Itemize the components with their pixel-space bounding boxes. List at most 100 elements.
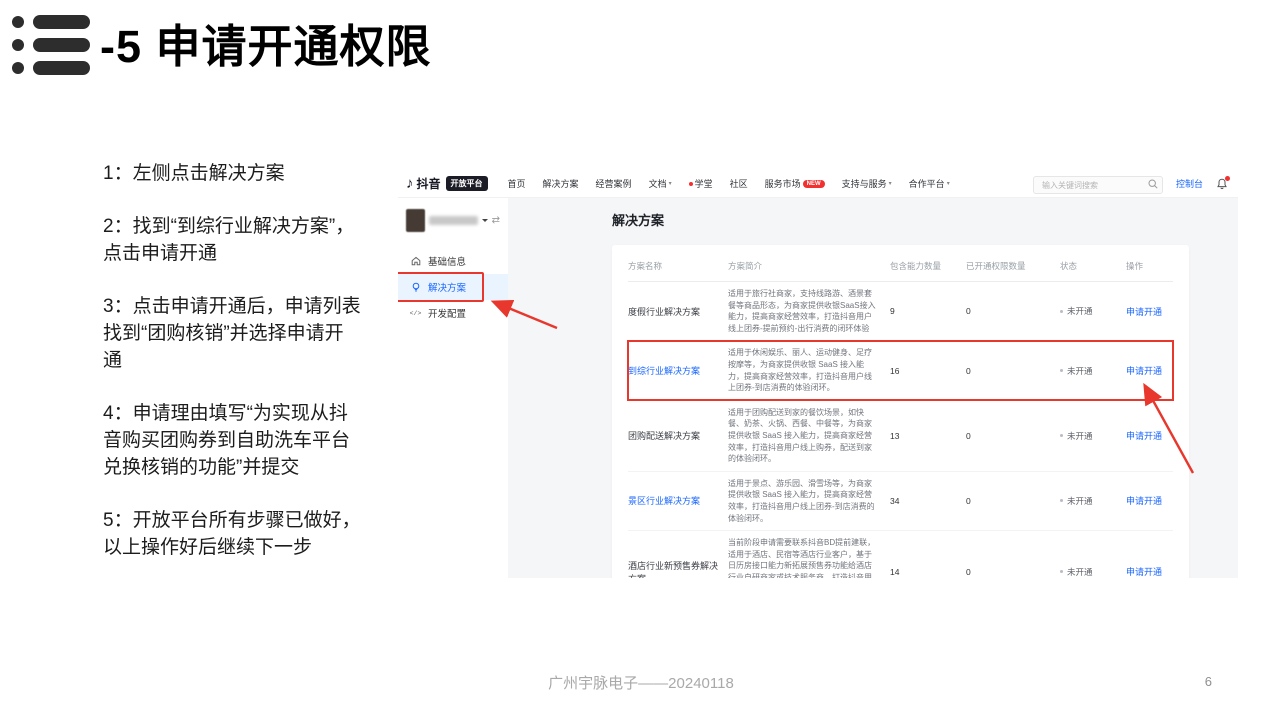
slide-footer: 广州宇脉电子——20240118 [0, 672, 1282, 693]
apply-button[interactable]: 申请开通 [1126, 496, 1162, 506]
nav-item-support[interactable]: 支持与服务▾ [842, 177, 892, 190]
plan-name-link[interactable]: 到综行业解决方案 [628, 341, 728, 400]
col-header-abilities: 包含能力数量 [890, 251, 966, 282]
status-dot-icon [1060, 369, 1063, 372]
plan-name-link[interactable]: 景区行业解决方案 [628, 471, 728, 530]
plan-desc: 适用于团购配送到家的餐饮场景，如快餐、奶茶、火锅、西餐、中餐等，为商家提供收银 … [728, 400, 890, 471]
bullet-list-icon [12, 11, 90, 75]
nav-right: 控制台 [1033, 175, 1228, 193]
page-title: -5 申请开通权限 [100, 10, 432, 75]
nav-item-docs[interactable]: 文档▾ [649, 177, 672, 190]
search-icon [1148, 179, 1158, 189]
step-5: 5：开放平台所有步骤已做好，以上操作好后继续下一步 [103, 507, 361, 561]
table-row: 度假行业解决方案 适用于旅行社商家，支持线路游、酒景套餐等商品形态，为商家提供收… [628, 282, 1173, 341]
sidebar-item-label: 解决方案 [428, 280, 466, 294]
col-header-status: 状态 [1060, 251, 1126, 282]
status-dot-icon [1060, 570, 1063, 573]
plan-desc: 适用于旅行社商家，支持线路游、酒景套餐等商品形态，为商家提供收银SaaS接入能力… [728, 282, 890, 341]
status-dot-icon [1060, 434, 1063, 437]
apply-button[interactable]: 申请开通 [1126, 366, 1162, 376]
apply-button[interactable]: 申请开通 [1126, 307, 1162, 317]
status-badge: 未开通 [1060, 430, 1120, 442]
col-header-opened: 已开通权限数量 [966, 251, 1060, 282]
table-row: 景区行业解决方案 适用于景点、游乐园、滑雪场等，为商家提供收银 SaaS 接入能… [628, 471, 1173, 530]
account-switcher[interactable]: ⇄ [398, 208, 508, 232]
code-icon: </> [410, 310, 421, 317]
status-dot-icon [1060, 499, 1063, 502]
table-row: 酒店行业新预售券解决方案 当前阶段申请需要联系抖音BD提前建联，适用于酒店、民宿… [628, 531, 1173, 578]
douyin-logo[interactable]: ♪ 抖音 开放平台 [406, 175, 488, 192]
col-header-name: 方案名称 [628, 251, 728, 282]
switch-account-icon[interactable]: ⇄ [492, 215, 500, 226]
avatar [406, 209, 425, 232]
nav-item-market[interactable]: 服务市场NEW [765, 177, 825, 190]
nav-item-school[interactable]: 学堂 [689, 177, 713, 190]
search-input[interactable] [1033, 176, 1163, 194]
status-badge: 未开通 [1060, 305, 1120, 317]
step-1: 1：左侧点击解决方案 [103, 160, 361, 187]
account-name-redacted [429, 216, 478, 225]
step-3: 3：点击申请开通后，申请列表找到“团购核销”并选择申请开通 [103, 293, 361, 374]
abilities-count: 34 [890, 471, 966, 530]
chevron-down-icon: ▾ [889, 180, 892, 187]
home-icon [410, 256, 421, 266]
section-title: 解决方案 [612, 210, 1189, 229]
lightbulb-icon [410, 282, 421, 292]
page-number: 6 [1205, 674, 1212, 689]
opened-count: 0 [966, 282, 1060, 341]
notification-bell-icon[interactable] [1216, 178, 1228, 190]
instruction-steps: 1：左侧点击解决方案 2：找到“到综行业解决方案”，点击申请开通 3：点击申请开… [103, 160, 361, 587]
console-sidebar: ⇄ 基础信息 解决方案 [398, 198, 508, 578]
opened-count: 0 [966, 341, 1060, 400]
nav-item-solutions[interactable]: 解决方案 [543, 177, 579, 190]
plan-desc: 当前阶段申请需要联系抖音BD提前建联，适用于酒店、民宿等酒店行业客户，基于日历房… [728, 531, 890, 578]
opened-count: 0 [966, 400, 1060, 471]
abilities-count: 9 [890, 282, 966, 341]
solutions-table: 方案名称 方案简介 包含能力数量 已开通权限数量 状态 操作 [628, 251, 1173, 578]
sidebar-item-dev-config[interactable]: </> 开发配置 [398, 300, 508, 326]
sidebar-item-label: 开发配置 [428, 306, 466, 320]
sidebar-item-solutions[interactable]: 解决方案 [398, 274, 508, 300]
top-navbar: ♪ 抖音 开放平台 首页 解决方案 经营案例 文档▾ 学堂 社区 服务市场NEW… [398, 170, 1238, 198]
new-badge: NEW [803, 180, 825, 188]
col-header-action: 操作 [1126, 251, 1173, 282]
chevron-down-icon: ▾ [947, 180, 950, 187]
plan-name: 度假行业解决方案 [628, 282, 728, 341]
slide-header: -5 申请开通权限 [12, 10, 432, 75]
plan-name: 团购配送解决方案 [628, 400, 728, 471]
solutions-card: 方案名称 方案简介 包含能力数量 已开通权限数量 状态 操作 [612, 245, 1189, 578]
plan-desc: 适用于景点、游乐园、滑雪场等，为商家提供收银 SaaS 接入能力，提高商家经营效… [728, 471, 890, 530]
nav-item-home[interactable]: 首页 [508, 177, 526, 190]
abilities-count: 16 [890, 341, 966, 400]
nav-item-partner[interactable]: 合作平台▾ [909, 177, 950, 190]
status-badge: 未开通 [1060, 365, 1120, 377]
plan-name: 酒店行业新预售券解决方案 [628, 531, 728, 578]
caret-icon [482, 219, 488, 222]
col-header-desc: 方案简介 [728, 251, 890, 282]
presentation-slide: -5 申请开通权限 1：左侧点击解决方案 2：找到“到综行业解决方案”，点击申请… [0, 0, 1282, 719]
nav-item-cases[interactable]: 经营案例 [596, 177, 632, 190]
step-4: 4：申请理由填写“为实现从抖音购买团购券到自助洗车平台兑换核销的功能”并提交 [103, 400, 361, 481]
status-badge: 未开通 [1060, 495, 1120, 507]
sidebar-menu: 基础信息 解决方案 </> 开发配置 [398, 248, 508, 326]
nav-item-community[interactable]: 社区 [730, 177, 748, 190]
status-dot-icon [1060, 310, 1063, 313]
sidebar-item-basic-info[interactable]: 基础信息 [398, 248, 508, 274]
step-2: 2：找到“到综行业解决方案”，点击申请开通 [103, 213, 361, 267]
opened-count: 0 [966, 531, 1060, 578]
status-badge: 未开通 [1060, 566, 1120, 578]
apply-button[interactable]: 申请开通 [1126, 567, 1162, 577]
table-row: 团购配送解决方案 适用于团购配送到家的餐饮场景，如快餐、奶茶、火锅、西餐、中餐等… [628, 400, 1173, 471]
open-platform-badge: 开放平台 [446, 176, 488, 191]
console-link[interactable]: 控制台 [1176, 177, 1203, 190]
music-note-icon: ♪ [406, 176, 414, 191]
search-box [1033, 175, 1163, 193]
console-main: 解决方案 方案名称 方案简介 包含能力数量 已开通权限数量 状态 [508, 198, 1238, 578]
apply-button[interactable]: 申请开通 [1126, 431, 1162, 441]
nav-menu: 首页 解决方案 经营案例 文档▾ 学堂 社区 服务市场NEW 支持与服务▾ 合作… [508, 177, 950, 190]
notification-dot [1225, 176, 1230, 181]
douyin-open-platform-screenshot: ♪ 抖音 开放平台 首页 解决方案 经营案例 文档▾ 学堂 社区 服务市场NEW… [398, 170, 1238, 578]
abilities-count: 14 [890, 531, 966, 578]
abilities-count: 13 [890, 400, 966, 471]
plan-desc: 适用于休闲娱乐、丽人、运动健身、足疗按摩等，为商家提供收银 SaaS 接入能力，… [728, 341, 890, 400]
